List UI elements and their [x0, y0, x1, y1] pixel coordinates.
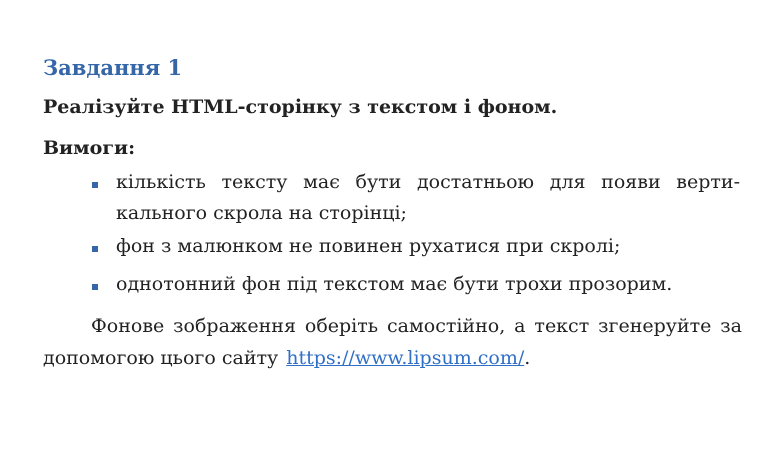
bullet-square-icon [92, 284, 98, 290]
document-page: Завдання 1 Реалізуйте HTML-сторінку з те… [0, 0, 773, 471]
task-statement: Реалізуйте HTML-сторінку з текстом і фон… [43, 96, 558, 118]
bullet-square-icon [92, 182, 98, 188]
requirement-2: фон з малюнком не повинен рухатися при с… [116, 235, 621, 257]
lipsum-link[interactable]: https://www.lipsum.com/ [286, 347, 524, 369]
requirements-heading: Вимоги: [43, 137, 136, 159]
task-title: Завдання 1 [43, 55, 183, 80]
note-line-2: допомогою цього сайту https://www.lipsum.… [43, 347, 530, 369]
note-line-1: Фонове зображення оберіть самостійно, а … [91, 315, 742, 337]
requirement-1-line-1: кількість тексту має бути достатньою для… [116, 171, 740, 193]
bullet-square-icon [92, 246, 98, 252]
requirement-1-line-2: кального скрола на сторінці; [116, 202, 407, 224]
note-line-2-text: допомогою цього сайту [43, 347, 279, 369]
requirement-3: однотонний фон під текстом має бути трох… [116, 273, 673, 295]
note-period: . [524, 347, 531, 369]
